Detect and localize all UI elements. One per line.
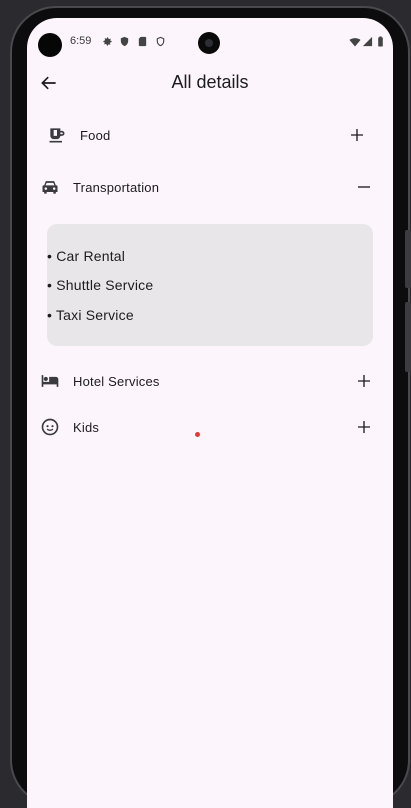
child-face-icon — [41, 418, 59, 436]
hotel-bed-icon — [41, 375, 59, 387]
power-button — [405, 302, 411, 372]
front-camera — [198, 32, 220, 54]
category-label-kids: Kids — [73, 420, 100, 435]
category-row-food[interactable]: Food — [27, 117, 393, 153]
battery-icon — [378, 36, 383, 47]
page-title: All details — [171, 72, 249, 92]
status-bar: 6:59 — [27, 18, 393, 66]
app-screen: 6:59 All details Food Transportation • C… — [27, 18, 393, 808]
list-item: • Taxi Service — [47, 307, 134, 323]
category-label-hotel-services: Hotel Services — [73, 374, 160, 389]
transportation-details-panel: • Car Rental • Shuttle Service • Taxi Se… — [47, 224, 373, 346]
touch-indicator-dot — [195, 432, 200, 437]
sd-card-icon — [138, 36, 147, 47]
expand-plus-icon[interactable] — [356, 373, 372, 389]
camera-cutout — [38, 33, 62, 57]
list-item: • Car Rental — [47, 248, 126, 264]
volume-button — [405, 230, 411, 288]
wifi-icon — [349, 38, 361, 47]
settings-icon — [103, 37, 112, 46]
category-row-transportation[interactable]: Transportation — [27, 169, 393, 205]
shield-outline-icon — [156, 36, 165, 47]
category-label-food: Food — [80, 128, 111, 143]
category-row-kids[interactable]: Kids — [27, 409, 393, 445]
collapse-minus-icon[interactable] — [356, 179, 372, 195]
category-label-transportation: Transportation — [73, 180, 160, 195]
shield-icon — [120, 36, 129, 47]
app-bar: All details — [27, 66, 393, 100]
coffee-icon — [49, 128, 65, 143]
list-item: • Shuttle Service — [47, 277, 154, 293]
status-time: 6:59 — [70, 35, 92, 47]
car-icon — [42, 181, 58, 194]
expand-plus-icon[interactable] — [349, 127, 365, 143]
signal-icon — [362, 36, 373, 47]
category-row-hotel-services[interactable]: Hotel Services — [27, 363, 393, 399]
expand-plus-icon[interactable] — [356, 419, 372, 435]
